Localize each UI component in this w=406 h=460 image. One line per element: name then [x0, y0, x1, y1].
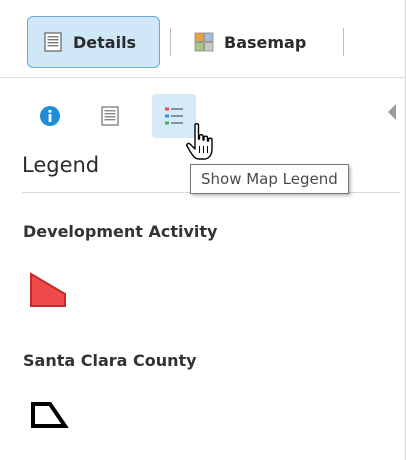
- legend-list-icon: [165, 107, 183, 125]
- hand-pointer-cursor-icon: [186, 123, 213, 160]
- details-label: Details: [73, 32, 137, 52]
- details-icon: [101, 106, 119, 126]
- legend-layer-title: Development Activity: [23, 222, 218, 241]
- legend-tooltip: Show Map Legend: [190, 164, 349, 194]
- legend-layer-title: Santa Clara County: [23, 351, 197, 370]
- details-button[interactable]: Details: [27, 16, 160, 68]
- legend-panel: Details Basemap Legend Show Map Legend D…: [0, 0, 406, 460]
- collapse-panel-arrow-icon[interactable]: [388, 104, 396, 120]
- basemap-icon: [194, 32, 214, 52]
- top-toolbar: Details Basemap: [0, 0, 406, 78]
- basemap-button[interactable]: Basemap: [193, 16, 333, 68]
- content-button[interactable]: [88, 94, 132, 138]
- basemap-label: Basemap: [224, 32, 307, 52]
- legend-heading: Legend: [22, 153, 100, 177]
- legend-swatch-filled-polygon: [30, 272, 66, 307]
- toolbar-divider: [170, 28, 171, 56]
- info-icon: [40, 106, 60, 126]
- legend-swatch-outline-polygon: [31, 402, 69, 428]
- details-icon: [44, 32, 62, 52]
- toolbar-divider: [343, 28, 344, 56]
- about-button[interactable]: [28, 94, 72, 138]
